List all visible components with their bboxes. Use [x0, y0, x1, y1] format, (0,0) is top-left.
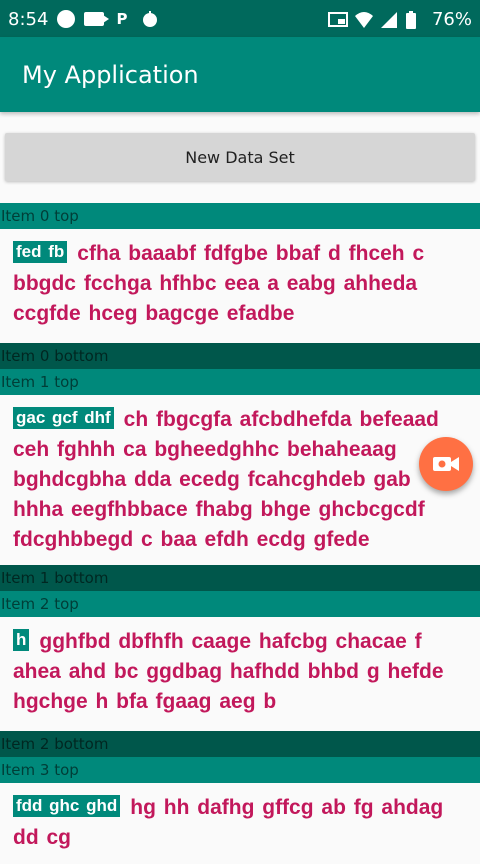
video-camera-icon — [433, 455, 459, 473]
item-bottom-label: Item 2 bottom — [0, 731, 480, 757]
screen-record-button[interactable] — [419, 437, 473, 491]
list-item[interactable]: fdd ghc ghd hg hh dafhg gffcg ab fg ahdag… — [0, 783, 480, 853]
item-top-label: Item 0 top — [0, 203, 480, 229]
system-icons: 76% — [327, 9, 472, 30]
p-app-icon: P — [116, 10, 128, 28]
battery-percent: 76% — [431, 9, 472, 30]
status-bar: 8:54 P 76% — [0, 0, 480, 37]
signal-icon — [380, 11, 398, 29]
item-tag: fdd ghc ghd — [13, 795, 121, 817]
notification-icons: P — [56, 10, 160, 28]
wifi-icon — [354, 11, 373, 29]
battery-icon — [405, 10, 424, 29]
item-tag: fed fb — [13, 241, 68, 263]
app-title: My Application — [22, 61, 199, 89]
item-text: cfha baaabf fdfgbe bbaf d fhceh c bbgdc … — [13, 242, 425, 325]
item-top-label: Item 1 top — [0, 369, 480, 395]
list-item[interactable]: gac gcf dhf ch fbgcgfa afcbdhefda befeaad… — [0, 395, 480, 555]
item-text: ch fbgcgfa afcbdhefda befeaad ceh fghhh … — [13, 408, 439, 551]
bug-icon — [140, 10, 160, 28]
notification-dot-icon — [56, 10, 76, 28]
item-bottom-label: Item 0 bottom — [0, 343, 480, 369]
app-bar: My Application — [0, 37, 480, 112]
item-top-label: Item 2 top — [0, 591, 480, 617]
item-tag: h — [13, 629, 30, 651]
status-time: 8:54 — [8, 9, 49, 30]
item-bottom-label: Item 1 bottom — [0, 565, 480, 591]
item-text: gghfbd dbfhfh caage hafcbg chacae f ahea… — [13, 630, 444, 713]
new-data-set-button[interactable]: New Data Set — [5, 133, 475, 181]
video-camera-icon — [84, 10, 109, 28]
list-item[interactable]: fed fb cfha baaabf fdfgbe bbaf d fhceh c … — [0, 229, 480, 329]
item-tag: gac gcf dhf — [13, 407, 114, 429]
cast-icon — [327, 11, 348, 29]
item-top-label: Item 3 top — [0, 757, 480, 783]
list-item[interactable]: h gghfbd dbfhfh caage hafcbg chacae f ahe… — [0, 617, 480, 717]
